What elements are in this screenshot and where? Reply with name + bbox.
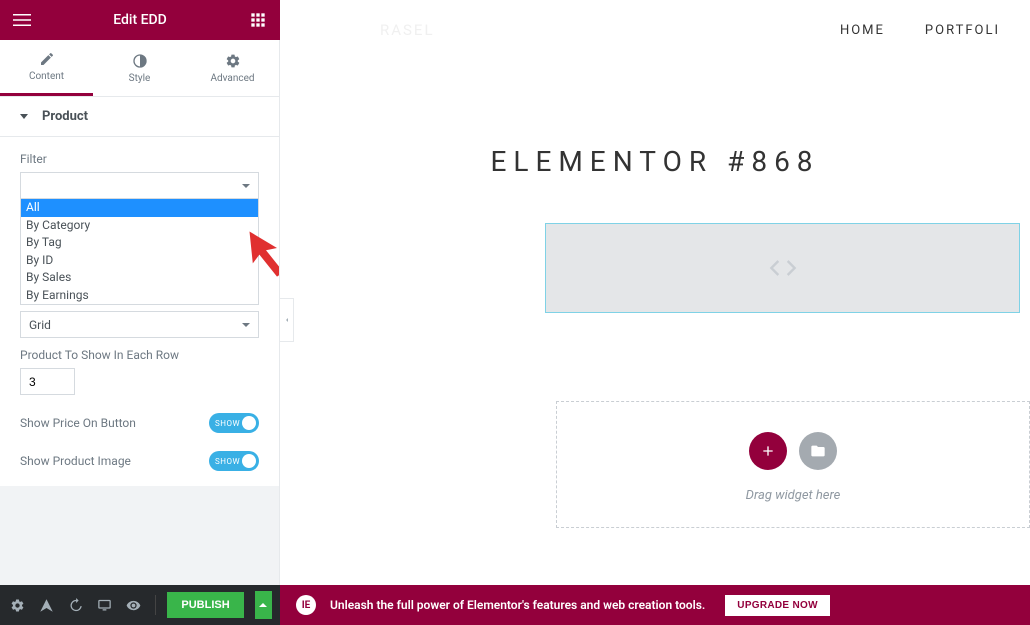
caret-up-icon bbox=[259, 603, 267, 607]
panel-footer: PUBLISH bbox=[0, 585, 280, 625]
nav-portfolio[interactable]: PORTFOLI bbox=[925, 23, 1000, 38]
settings-icon[interactable] bbox=[8, 593, 27, 617]
section-product-label: Product bbox=[42, 109, 88, 124]
preview-icon[interactable] bbox=[124, 593, 143, 617]
brand-logo: RASEL bbox=[380, 21, 435, 39]
editor-panel: Edit EDD Content Style Advanced bbox=[0, 0, 280, 585]
chevron-down-icon bbox=[242, 323, 250, 327]
toggle-text: SHOW bbox=[215, 457, 240, 466]
site-header: RASEL HOME PORTFOLI bbox=[280, 0, 1030, 60]
rows-label: Product To Show In Each Row bbox=[20, 348, 259, 362]
panel-tabs: Content Style Advanced bbox=[0, 40, 279, 96]
publish-options[interactable] bbox=[255, 591, 272, 619]
image-label: Show Product Image bbox=[20, 454, 131, 468]
panel-body: Content Style Advanced Product Filter bbox=[0, 40, 279, 585]
filter-option-tag[interactable]: By Tag bbox=[21, 234, 258, 252]
upgrade-button[interactable]: UPGRADE NOW bbox=[725, 595, 830, 616]
upgrade-banner: IE Unleash the full power of Elementor's… bbox=[280, 585, 1030, 625]
upgrade-text: Unleash the full power of Elementor's fe… bbox=[330, 598, 705, 612]
tab-content[interactable]: Content bbox=[0, 40, 93, 96]
toggle-text: SHOW bbox=[215, 419, 240, 428]
template-button[interactable] bbox=[799, 432, 837, 470]
history-icon[interactable] bbox=[66, 593, 85, 617]
price-label: Show Price On Button bbox=[20, 416, 136, 430]
drop-zone[interactable]: Drag widget here bbox=[556, 401, 1030, 528]
navigator-icon[interactable] bbox=[37, 593, 56, 617]
menu-icon[interactable] bbox=[12, 10, 32, 30]
panel-collapse[interactable] bbox=[280, 298, 294, 342]
caret-down-icon bbox=[20, 114, 28, 119]
panel-title: Edit EDD bbox=[113, 12, 167, 28]
canvas bbox=[280, 223, 1030, 313]
filter-option-sales[interactable]: By Sales bbox=[21, 269, 258, 287]
responsive-icon[interactable] bbox=[95, 593, 114, 617]
rows-input[interactable] bbox=[20, 368, 75, 395]
filter-option-id[interactable]: By ID bbox=[21, 252, 258, 270]
separator bbox=[155, 595, 156, 615]
tab-content-label: Content bbox=[29, 71, 64, 82]
panel-header: Edit EDD bbox=[0, 0, 280, 40]
nav-home[interactable]: HOME bbox=[840, 23, 885, 38]
section-product[interactable]: Product bbox=[0, 96, 279, 137]
image-toggle[interactable]: SHOW bbox=[209, 451, 259, 471]
page-title: ELEMENTOR #868 bbox=[280, 145, 1030, 178]
preview-area: RASEL HOME PORTFOLI ELEMENTOR #868 Drag … bbox=[280, 0, 1030, 585]
chevron-down-icon bbox=[242, 184, 250, 188]
layout-value: Grid bbox=[29, 318, 51, 332]
drop-text: Drag widget here bbox=[577, 488, 1009, 503]
product-controls: Filter All By Category By Tag By ID By S… bbox=[0, 137, 279, 486]
image-toggle-row: Show Product Image SHOW bbox=[20, 451, 259, 471]
site-nav: HOME PORTFOLI bbox=[840, 23, 1000, 38]
apps-icon[interactable] bbox=[248, 10, 268, 30]
drop-buttons bbox=[577, 432, 1009, 470]
panel-scroll: Product Filter All By Category By Tag By… bbox=[0, 96, 279, 585]
filter-option-earnings[interactable]: By Earnings bbox=[21, 287, 258, 305]
price-toggle[interactable]: SHOW bbox=[209, 413, 259, 433]
tab-style-label: Style bbox=[129, 73, 151, 84]
edd-widget[interactable] bbox=[545, 223, 1020, 313]
filter-option-all[interactable]: All bbox=[21, 199, 258, 217]
tab-advanced[interactable]: Advanced bbox=[186, 40, 279, 96]
publish-button[interactable]: PUBLISH bbox=[167, 592, 243, 618]
layout-select[interactable]: Grid bbox=[20, 311, 259, 338]
tab-advanced-label: Advanced bbox=[210, 73, 254, 84]
filter-input[interactable] bbox=[20, 172, 259, 199]
filter-select[interactable]: All By Category By Tag By ID By Sales By… bbox=[20, 172, 259, 199]
elementor-badge-icon: IE bbox=[296, 595, 316, 615]
add-section-button[interactable] bbox=[749, 432, 787, 470]
filter-dropdown: All By Category By Tag By ID By Sales By… bbox=[20, 198, 259, 305]
price-toggle-row: Show Price On Button SHOW bbox=[20, 413, 259, 433]
filter-label: Filter bbox=[20, 152, 259, 166]
filter-option-category[interactable]: By Category bbox=[21, 217, 258, 235]
tab-style[interactable]: Style bbox=[93, 40, 186, 96]
layout-input[interactable]: Grid bbox=[20, 311, 259, 338]
